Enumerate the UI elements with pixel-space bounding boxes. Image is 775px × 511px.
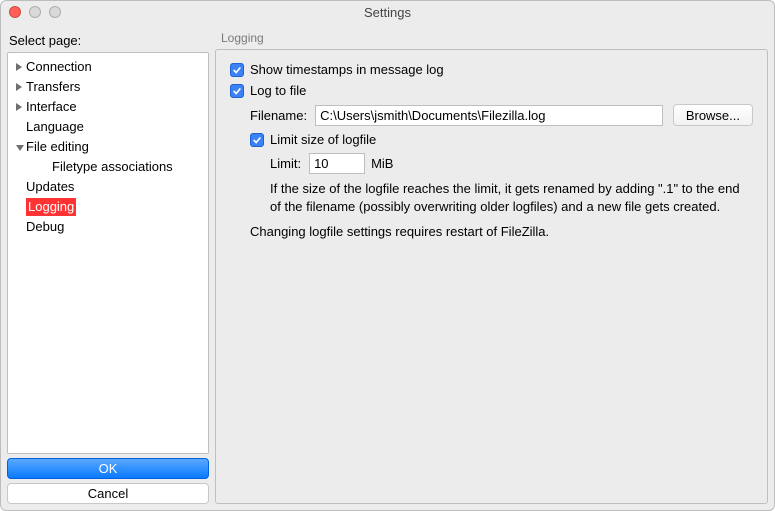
logging-panel: Show timestamps in message log Log to fi… (215, 49, 768, 504)
tree-item-transfers[interactable]: Transfers (8, 77, 208, 97)
ok-button[interactable]: OK (7, 458, 209, 479)
panel-title: Logging (215, 29, 768, 49)
tree-item-logging[interactable]: Logging (8, 197, 208, 217)
cancel-button[interactable]: Cancel (7, 483, 209, 504)
tree-item-updates[interactable]: Updates (8, 177, 208, 197)
content-area: Logging Show timestamps in message log L… (215, 29, 768, 504)
check-icon (252, 135, 262, 145)
sidebar-buttons: OK Cancel (7, 458, 209, 504)
chevron-right-icon (16, 63, 22, 71)
log-to-file-checkbox[interactable] (230, 84, 244, 98)
tree-item-filetype-associations[interactable]: Filetype associations (8, 157, 208, 177)
tree-item-file-editing[interactable]: File editing (8, 137, 208, 157)
tree-item-language[interactable]: Language (8, 117, 208, 137)
browse-button[interactable]: Browse... (673, 104, 753, 126)
settings-window: Settings Select page: Connection Transfe… (0, 0, 775, 511)
tree-item-interface[interactable]: Interface (8, 97, 208, 117)
filename-input[interactable] (315, 105, 663, 126)
show-timestamps-checkbox[interactable] (230, 63, 244, 77)
limit-row: Limit: MiB (270, 153, 753, 174)
tree-item-connection[interactable]: Connection (8, 57, 208, 77)
chevron-right-icon (16, 83, 22, 91)
show-timestamps-label: Show timestamps in message log (250, 62, 444, 77)
limit-size-label: Limit size of logfile (270, 132, 376, 147)
sidebar: Select page: Connection Transfers Interf… (7, 29, 209, 504)
sidebar-label: Select page: (7, 29, 209, 52)
titlebar: Settings (1, 1, 774, 23)
limit-label: Limit: (270, 156, 301, 171)
window-body: Select page: Connection Transfers Interf… (1, 23, 774, 510)
limit-note: If the size of the logfile reaches the l… (270, 180, 750, 215)
check-icon (232, 86, 242, 96)
limit-unit: MiB (371, 156, 393, 171)
page-tree: Connection Transfers Interface Language … (7, 52, 209, 454)
restart-note: Changing logfile settings requires resta… (250, 223, 730, 241)
filename-row: Filename: Browse... (250, 104, 753, 126)
chevron-down-icon (16, 145, 24, 151)
window-title: Settings (1, 5, 774, 20)
limit-size-checkbox[interactable] (250, 133, 264, 147)
log-to-file-row: Log to file (230, 83, 753, 98)
tree-item-debug[interactable]: Debug (8, 217, 208, 237)
log-to-file-label: Log to file (250, 83, 306, 98)
chevron-right-icon (16, 103, 22, 111)
show-timestamps-row: Show timestamps in message log (230, 62, 753, 77)
check-icon (232, 65, 242, 75)
limit-input[interactable] (309, 153, 365, 174)
limit-size-row: Limit size of logfile (250, 132, 753, 147)
filename-label: Filename: (250, 108, 307, 123)
